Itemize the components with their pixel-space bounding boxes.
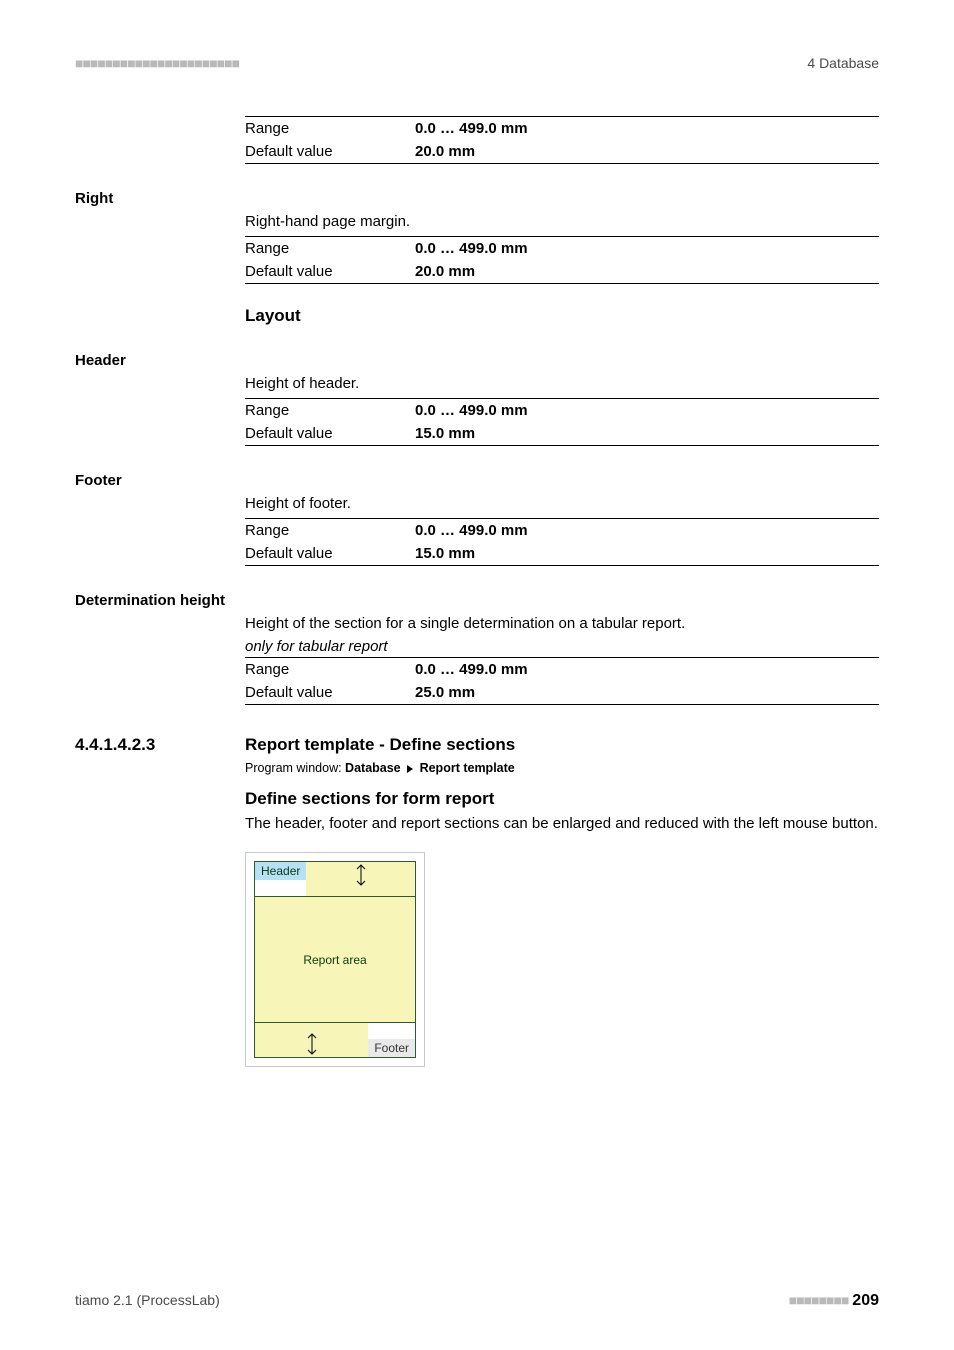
footer-table: Range 0.0 … 499.0 mm Default value 15.0 … xyxy=(245,518,879,566)
running-head: ■■■■■■■■■■■■■■■■■■■■■■ 4 Database xyxy=(75,55,879,71)
section-number: 4.4.1.4.2.3 xyxy=(75,735,245,755)
range-key: Range xyxy=(245,237,415,261)
default-val: 20.0 mm xyxy=(415,140,879,164)
determination-desc: Height of the section for a single deter… xyxy=(245,615,879,632)
right-desc: Right-hand page margin. xyxy=(245,213,879,230)
section-heading-row: 4.4.1.4.2.3 Report template - Define sec… xyxy=(75,735,879,755)
default-key: Default value xyxy=(245,681,415,705)
footer-dots: ■■■■■■■■ xyxy=(789,1292,849,1308)
default-key: Default value xyxy=(245,140,415,164)
right-block: Right-hand page margin. Range 0.0 … 499.… xyxy=(245,213,879,326)
figure-header-row: Header xyxy=(255,862,415,897)
default-val: 25.0 mm xyxy=(415,681,879,705)
default-val: 15.0 mm xyxy=(415,422,879,446)
note-database: Database xyxy=(345,761,404,775)
range-val: 0.0 … 499.0 mm xyxy=(415,237,879,261)
header-desc: Height of header. xyxy=(245,375,879,392)
range-val: 0.0 … 499.0 mm xyxy=(415,519,879,543)
determination-note: only for tabular report xyxy=(245,638,879,658)
default-val: 20.0 mm xyxy=(415,260,879,284)
running-chapter: 4 Database xyxy=(807,55,879,71)
define-sections-heading: Define sections for form report xyxy=(245,789,879,809)
page-footer: tiamo 2.1 (ProcessLab) ■■■■■■■■ 209 xyxy=(75,1292,879,1310)
figure-inner: Header Report area Footer xyxy=(254,861,416,1058)
page-number-block: ■■■■■■■■ 209 xyxy=(789,1292,879,1310)
note-prefix: Program window: xyxy=(245,761,345,775)
figure-header-spacer xyxy=(306,862,415,896)
label-right: Right xyxy=(75,190,879,207)
section-title: Report template - Define sections xyxy=(245,735,515,755)
product-name: tiamo 2.1 (ProcessLab) xyxy=(75,1292,220,1310)
running-dots: ■■■■■■■■■■■■■■■■■■■■■■ xyxy=(75,55,239,71)
figure-header-label: Header xyxy=(255,862,306,880)
header-table: Range 0.0 … 499.0 mm Default value 15.0 … xyxy=(245,398,879,446)
range-val: 0.0 … 499.0 mm xyxy=(415,658,879,681)
section-body: Program window: Database Report template… xyxy=(245,761,879,1067)
top-margin-table-block: Range 0.0 … 499.0 mm Default value 20.0 … xyxy=(245,116,879,164)
range-val: 0.0 … 499.0 mm xyxy=(415,399,879,423)
layout-heading: Layout xyxy=(245,306,879,326)
label-header: Header xyxy=(75,352,879,369)
label-determination-height: Determination height xyxy=(75,592,879,609)
figure-footer-spacer xyxy=(255,1023,368,1057)
page-number: 209 xyxy=(852,1292,879,1309)
footer-block: Height of footer. Range 0.0 … 499.0 mm D… xyxy=(245,495,879,566)
figure-footer-row: Footer xyxy=(255,1023,415,1057)
resize-vertical-icon xyxy=(305,1031,319,1057)
label-footer: Footer xyxy=(75,472,879,489)
resize-vertical-icon xyxy=(354,862,368,888)
program-window-note: Program window: Database Report template xyxy=(245,761,879,775)
default-key: Default value xyxy=(245,260,415,284)
default-key: Default value xyxy=(245,422,415,446)
figure-report-area: Report area xyxy=(255,897,415,1023)
default-key: Default value xyxy=(245,542,415,566)
page: ■■■■■■■■■■■■■■■■■■■■■■ 4 Database Range … xyxy=(0,0,954,1350)
determination-table: Range 0.0 … 499.0 mm Default value 25.0 … xyxy=(245,658,879,705)
top-margin-table: Range 0.0 … 499.0 mm Default value 20.0 … xyxy=(245,116,879,164)
note-template: Report template xyxy=(416,761,515,775)
range-key: Range xyxy=(245,117,415,141)
range-val: 0.0 … 499.0 mm xyxy=(415,117,879,141)
range-key: Range xyxy=(245,658,415,681)
report-layout-figure: Header Report area Footer xyxy=(245,852,425,1067)
range-key: Range xyxy=(245,399,415,423)
header-block: Height of header. Range 0.0 … 499.0 mm D… xyxy=(245,375,879,446)
determination-block: Height of the section for a single deter… xyxy=(245,615,879,705)
range-key: Range xyxy=(245,519,415,543)
define-sections-para: The header, footer and report sections c… xyxy=(245,815,879,832)
figure-footer-label: Footer xyxy=(368,1039,415,1057)
footer-desc: Height of footer. xyxy=(245,495,879,512)
right-table: Range 0.0 … 499.0 mm Default value 20.0 … xyxy=(245,236,879,284)
triangle-icon xyxy=(407,765,413,773)
default-val: 15.0 mm xyxy=(415,542,879,566)
